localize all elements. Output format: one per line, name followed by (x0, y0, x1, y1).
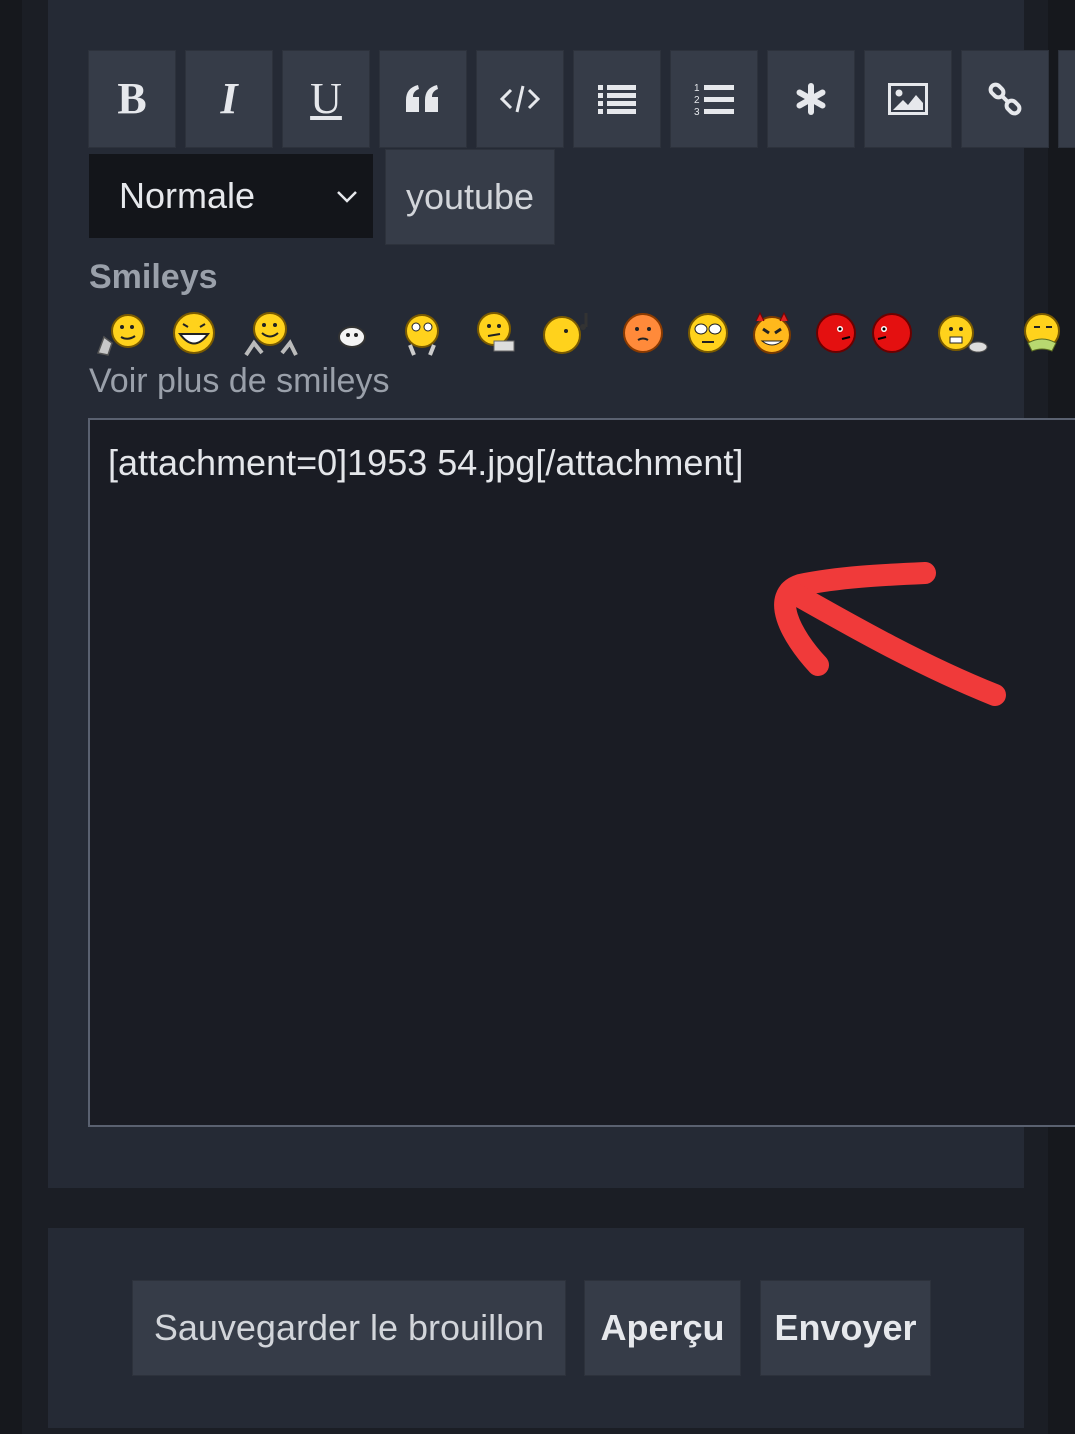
page-margin-left (0, 0, 22, 1434)
smiley-music-icon[interactable] (538, 307, 594, 359)
smiley-eyeroll-icon[interactable] (682, 307, 738, 359)
bullet-list-icon (598, 85, 636, 114)
underline-icon: U (310, 74, 342, 123)
asterisk-icon (796, 83, 826, 115)
bullet-list-button[interactable] (573, 50, 661, 148)
bold-button[interactable]: B (88, 50, 176, 148)
send-label: Envoyer (774, 1307, 917, 1348)
save-draft-button[interactable]: Sauvegarder le brouillon (132, 1280, 566, 1376)
youtube-label: youtube (405, 176, 535, 217)
quote-button[interactable] (379, 50, 467, 148)
message-textarea[interactable] (88, 418, 1075, 1127)
svg-text:2: 2 (694, 95, 700, 106)
image-button[interactable] (864, 50, 952, 148)
link-button[interactable] (961, 50, 1049, 148)
annotation-arrow (774, 562, 1006, 706)
link-icon (988, 82, 1022, 116)
code-button[interactable] (476, 50, 564, 148)
smiley-devil-icon[interactable] (746, 307, 802, 359)
preview-label: Aperçu (600, 1307, 725, 1348)
preview-button[interactable]: Aperçu (584, 1280, 741, 1376)
smiley-cry-icon[interactable] (396, 307, 452, 359)
youtube-button[interactable]: youtube (385, 149, 555, 245)
more-toolbar-button[interactable] (1058, 50, 1075, 148)
italic-icon: I (220, 74, 238, 123)
code-icon (500, 85, 540, 113)
font-size-select[interactable]: Normale (89, 154, 373, 238)
message-content: [attachment=0]1953 54.jpg[/attachment] (108, 442, 744, 483)
chevron-down-icon (337, 191, 357, 203)
smiley-blush-icon[interactable] (616, 307, 672, 359)
send-button[interactable]: Envoyer (760, 1280, 931, 1376)
svg-text:1: 1 (694, 83, 700, 94)
numbered-list-icon: 1 2 3 (694, 83, 734, 117)
smiley-shock-icon[interactable] (934, 307, 990, 359)
quote-icon (406, 85, 438, 112)
smiley-angry-red-icon[interactable] (812, 307, 868, 359)
italic-button[interactable]: I (185, 50, 273, 148)
smileys-heading: Smileys (89, 258, 218, 296)
smiley-laugh-icon[interactable] (166, 307, 222, 359)
underline-button[interactable]: U (282, 50, 370, 148)
spoiler-button[interactable] (767, 50, 855, 148)
bold-icon: B (117, 74, 147, 123)
svg-text:3: 3 (694, 107, 700, 117)
numbered-list-button[interactable]: 1 2 3 (670, 50, 758, 148)
font-size-value: Normale (119, 175, 256, 216)
smiley-think-icon[interactable] (468, 307, 524, 359)
more-smileys-link[interactable]: Voir plus de smileys (89, 362, 389, 401)
smiley-sick-icon[interactable] (1012, 307, 1068, 359)
smiley-thumbs-icon[interactable] (94, 307, 150, 359)
image-icon (888, 83, 928, 115)
smiley-wave-icon[interactable] (242, 307, 298, 359)
smiley-small-icon[interactable] (330, 307, 386, 359)
smiley-angry-red2-icon[interactable] (866, 307, 922, 359)
save-draft-label: Sauvegarder le brouillon (153, 1307, 545, 1348)
